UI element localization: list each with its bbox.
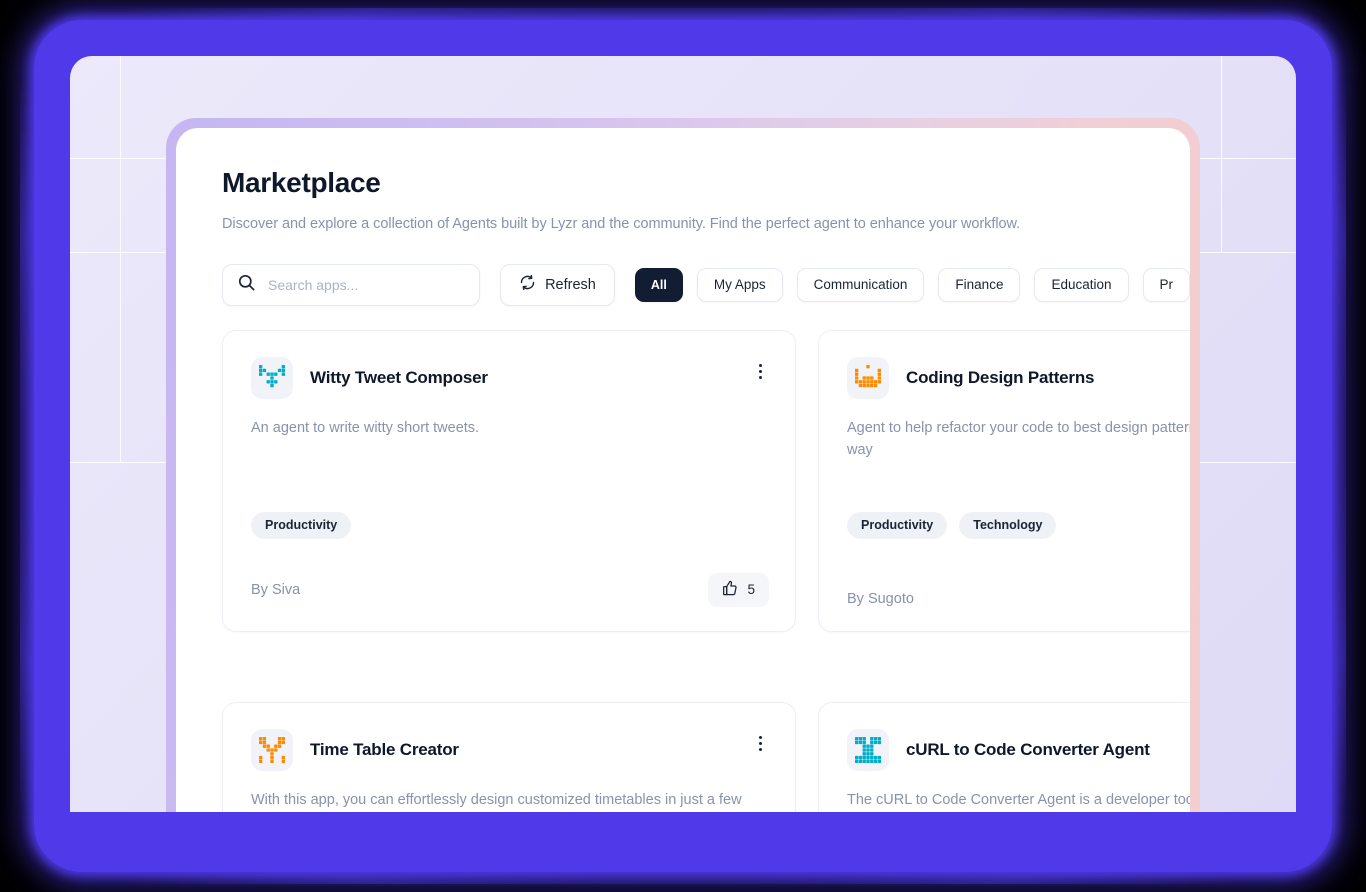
filter-pill-pr[interactable]: Pr	[1142, 267, 1190, 302]
refresh-icon	[519, 274, 536, 295]
like-button[interactable]: 5	[708, 572, 769, 607]
witty-tweet-composer-logo	[251, 356, 293, 399]
backdrop-grid-line	[1221, 56, 1222, 252]
filter-pill-label: Finance	[955, 277, 1004, 293]
content-card-gradient-border: Marketplace Discover and explore a colle…	[166, 118, 1200, 812]
page-title: Marketplace	[222, 167, 381, 198]
toolbar: Refresh All My Apps Communication Finance Ed…	[222, 263, 1190, 306]
agent-card-tag[interactable]: Productivity	[251, 511, 352, 539]
coding-design-patterns-logo	[847, 356, 889, 399]
refresh-button[interactable]: Refresh	[500, 263, 615, 306]
search-box[interactable]	[222, 263, 481, 306]
agent-card-footer: By Siva 5	[251, 572, 769, 607]
agent-card-description: Agent to help refactor your code to best…	[847, 419, 1190, 459]
filter-pill-label: Education	[1051, 277, 1112, 293]
filter-pill-label: Pr	[1159, 277, 1174, 293]
time-table-creator-logo	[251, 728, 293, 771]
agent-card-author: By Siva	[251, 581, 301, 598]
agent-card-description: An agent to write witty short tweets.	[251, 419, 480, 436]
kebab-menu-icon[interactable]	[751, 733, 769, 755]
filter-pill-communication[interactable]: Communication	[796, 267, 925, 302]
agent-cards-grid: Witty Tweet Composer An agent to write w…	[222, 329, 1190, 812]
filter-pill-label: All	[650, 277, 667, 292]
filter-pill-label: Communication	[813, 277, 908, 293]
filter-pill-education[interactable]: Education	[1034, 267, 1129, 302]
search-icon	[237, 273, 256, 297]
filter-pill-label: My Apps	[713, 277, 766, 293]
agent-card-description: With this app, you can effortlessly desi…	[251, 791, 742, 808]
kebab-menu-icon[interactable]	[751, 361, 769, 383]
agent-card[interactable]: cURL to Code Converter Agent The cURL to…	[818, 701, 1190, 812]
agent-card-header: Time Table Creator	[251, 728, 767, 771]
agent-card[interactable]: Time Table Creator With this app, you ca…	[222, 701, 796, 812]
agent-card-title: Witty Tweet Composer	[310, 367, 488, 387]
backdrop-grid-line	[120, 56, 121, 462]
marketplace-panel: Marketplace Discover and explore a colle…	[176, 128, 1190, 812]
agent-card[interactable]: Coding Design Patterns Agent to help ref…	[818, 329, 1190, 632]
filter-pill-group: All My Apps Communication Finance Education P…	[634, 267, 1190, 302]
agent-card-header: Coding Design Patterns	[847, 356, 1190, 399]
agent-card-title: Coding Design Patterns	[906, 367, 1095, 387]
agent-card[interactable]: Witty Tweet Composer An agent to write w…	[222, 329, 796, 632]
agent-card-author: By Sugoto	[847, 590, 914, 607]
agent-card-header: Witty Tweet Composer	[251, 356, 767, 399]
refresh-label: Refresh	[545, 276, 596, 293]
like-count: 5	[747, 582, 755, 598]
agent-card-tag[interactable]: Technology	[959, 511, 1057, 539]
agent-card-tag[interactable]: Productivity	[847, 511, 948, 539]
curl-to-code-converter-logo	[847, 728, 889, 771]
agent-card-description: The cURL to Code Converter Agent is a de…	[847, 791, 1190, 808]
thumbs-up-icon	[722, 580, 738, 599]
agent-card-tags: Productivity Technology	[847, 511, 1057, 539]
agent-card-header: cURL to Code Converter Agent	[847, 728, 1190, 771]
search-input[interactable]	[268, 276, 466, 293]
agent-card-footer: By Sugoto	[847, 591, 1190, 607]
filter-pill-finance[interactable]: Finance	[938, 267, 1021, 302]
agent-card-tags: Productivity	[251, 511, 352, 539]
filter-pill-my-apps[interactable]: My Apps	[696, 267, 783, 302]
page-subtitle: Discover and explore a collection of Age…	[222, 215, 1021, 232]
filter-pill-all[interactable]: All	[634, 267, 683, 302]
agent-card-title: Time Table Creator	[310, 739, 459, 759]
agent-card-title: cURL to Code Converter Agent	[906, 739, 1150, 759]
